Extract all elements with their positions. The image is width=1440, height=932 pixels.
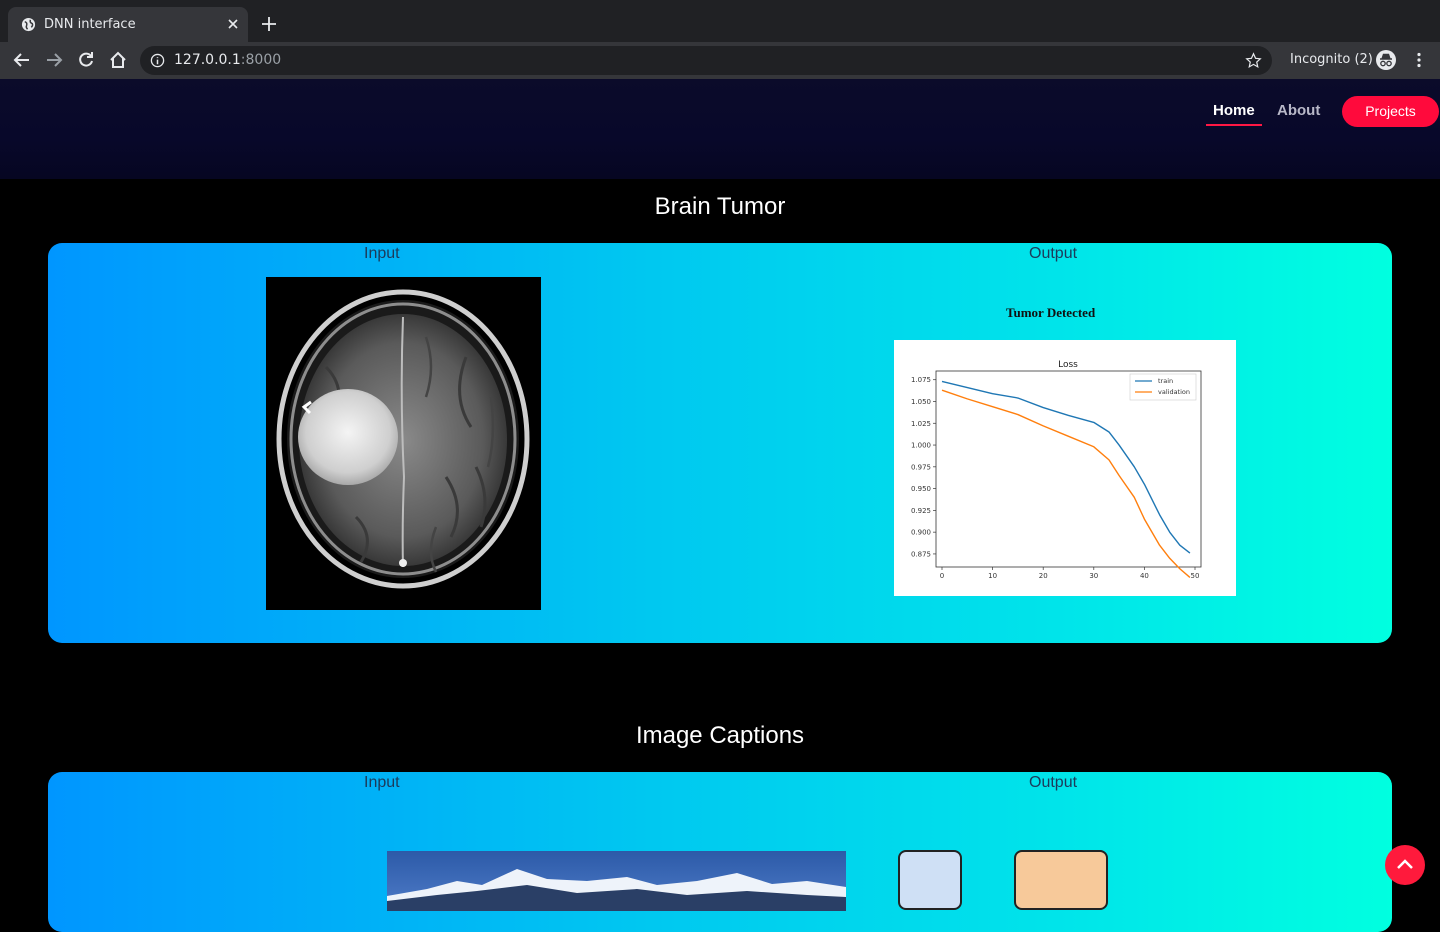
x-tick-label: 10: [988, 572, 997, 580]
more-menu-icon[interactable]: [1410, 51, 1428, 69]
address-bar[interactable]: 127.0.0.1:8000: [140, 46, 1272, 75]
chevron-up-icon: [1397, 859, 1413, 869]
y-tick-label: 0.925: [911, 507, 931, 515]
site-header: Home About Projects: [0, 79, 1440, 179]
legend-label-train: train: [1158, 377, 1173, 385]
info-icon[interactable]: [150, 53, 165, 68]
output-label: Output: [1029, 245, 1078, 262]
back-icon[interactable]: [12, 50, 32, 70]
brain-tumor-panel: Input Output Tumor Detected Loss 0.875 0…: [48, 243, 1392, 643]
incognito-icon[interactable]: [1375, 49, 1397, 71]
y-tick-label: 0.950: [911, 485, 931, 493]
loss-chart: Loss 0.875 0.900 0.925 0.950 0.975 1.000 1.025…: [894, 340, 1236, 596]
section-title-brain-tumor: Brain Tumor: [654, 193, 786, 220]
scroll-to-top-button[interactable]: [1385, 845, 1425, 885]
bookmark-star-icon[interactable]: [1245, 52, 1262, 69]
nav-about-link[interactable]: About: [1277, 102, 1320, 119]
close-icon[interactable]: [224, 15, 242, 33]
result-text: Tumor Detected: [1006, 305, 1096, 320]
y-tick-label: 1.025: [911, 420, 931, 428]
caption-diagram-block-2: [1014, 850, 1108, 910]
nav-active-indicator: [1206, 124, 1262, 126]
caption-diagram-block-1: [898, 850, 962, 910]
reload-icon[interactable]: [76, 50, 96, 70]
section-title-image-captions: Image Captions: [635, 722, 805, 749]
browser-tabbar: DNN interface: [0, 0, 1440, 42]
image-captions-panel: Input Output: [48, 772, 1392, 932]
url-text: 127.0.0.1:8000: [174, 52, 282, 68]
input-label: Input: [364, 774, 400, 791]
tab-title: DNN interface: [44, 17, 136, 32]
x-tick-label: 30: [1089, 572, 1098, 580]
x-tick-label: 0: [940, 572, 944, 580]
plot-area: [935, 370, 1202, 568]
y-tick-label: 0.875: [911, 550, 931, 558]
y-tick-label: 1.050: [911, 398, 931, 406]
x-tick-label: 20: [1039, 572, 1048, 580]
input-label: Input: [364, 245, 400, 262]
new-tab-icon[interactable]: [259, 14, 279, 34]
y-tick-label: 1.000: [911, 442, 931, 450]
output-label: Output: [1029, 774, 1078, 791]
landscape-input-image: [387, 851, 846, 911]
chart-title: Loss: [1058, 360, 1078, 370]
nav-home-link[interactable]: Home: [1213, 102, 1255, 119]
x-tick-label: 50: [1191, 572, 1200, 580]
legend-label-validation: validation: [1158, 388, 1190, 396]
projects-button[interactable]: Projects: [1342, 96, 1439, 127]
mri-input-image: [266, 277, 541, 610]
globe-icon: [21, 17, 36, 32]
home-icon[interactable]: [108, 50, 128, 70]
browser-toolbar: 127.0.0.1:8000 Incognito (2): [0, 42, 1440, 79]
y-tick-label: 0.975: [911, 463, 931, 471]
browser-tab[interactable]: DNN interface: [8, 7, 248, 42]
incognito-label[interactable]: Incognito (2): [1290, 52, 1373, 67]
y-tick-label: 0.900: [911, 529, 931, 537]
x-tick-label: 40: [1140, 572, 1149, 580]
chart-legend: train validation: [1129, 373, 1197, 401]
y-tick-label: 1.075: [911, 376, 931, 384]
forward-icon[interactable]: [44, 50, 64, 70]
